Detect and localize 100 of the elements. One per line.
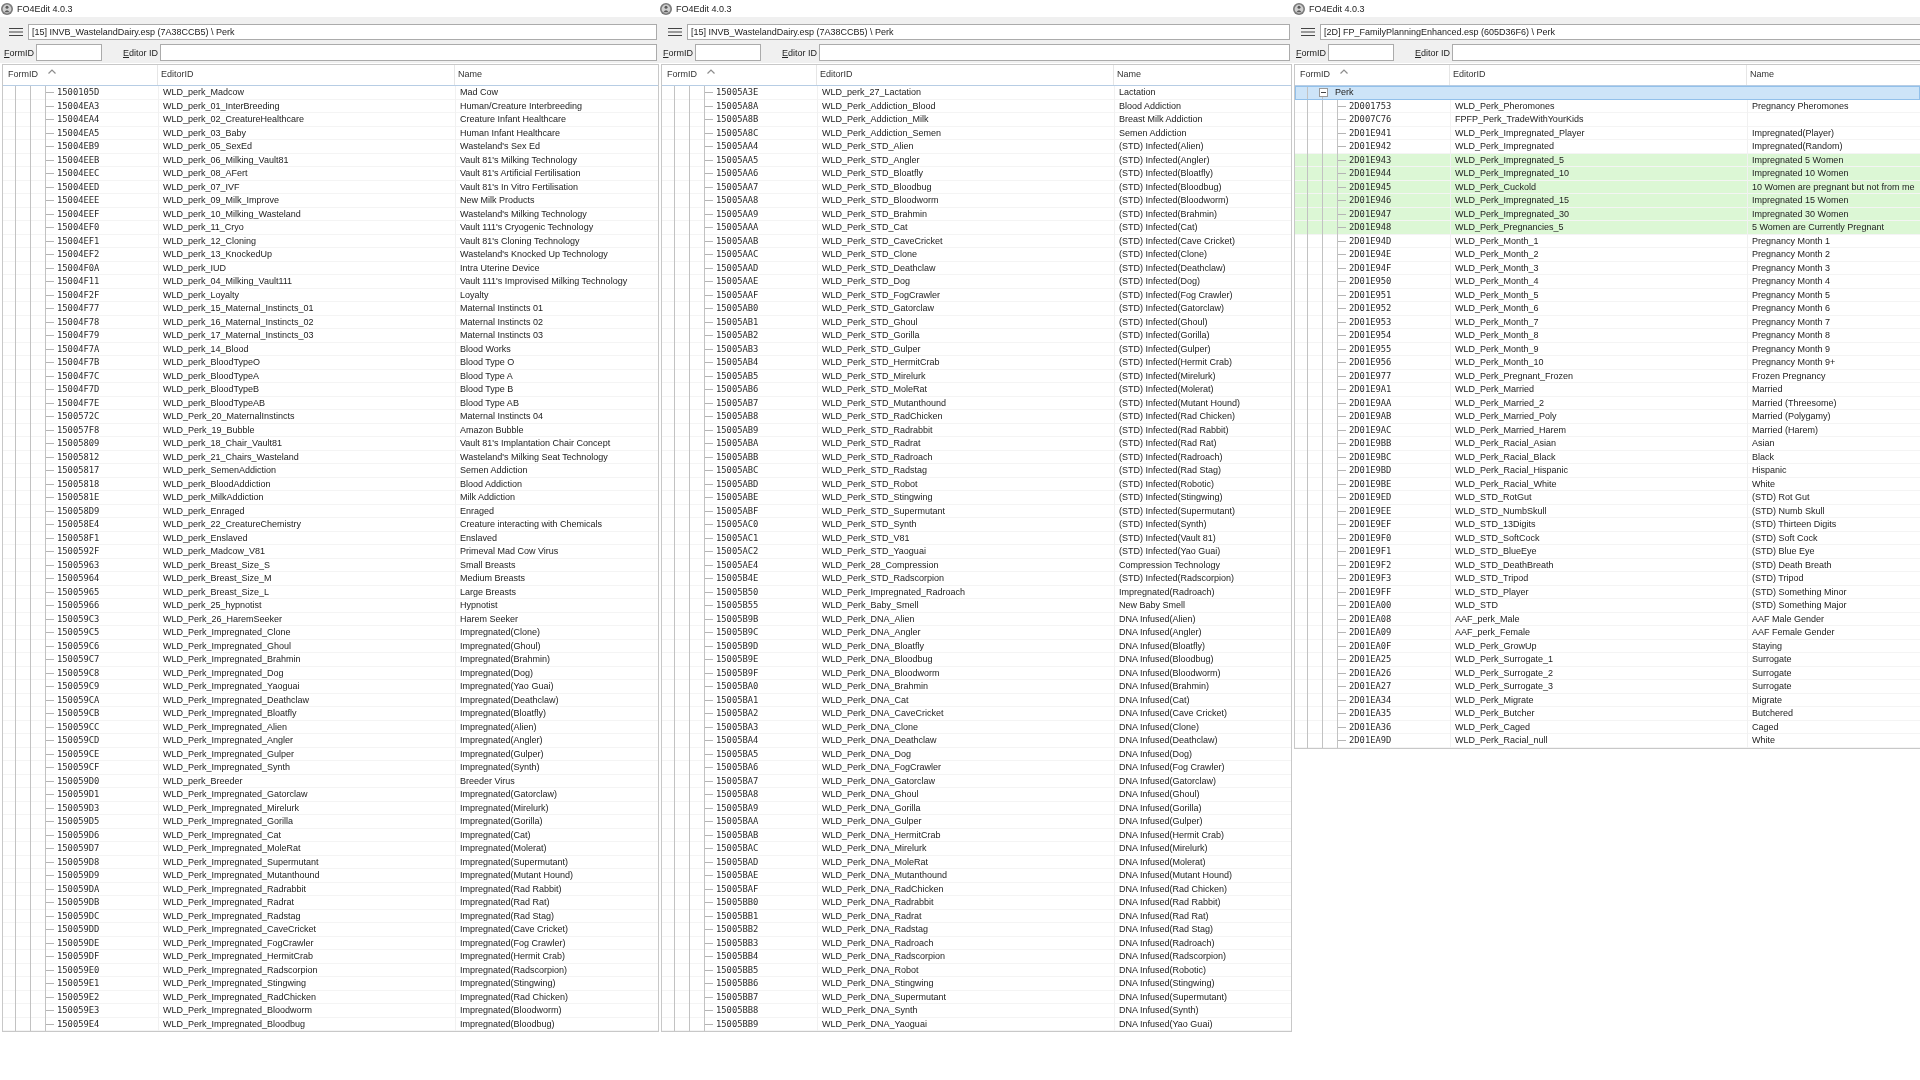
tree-row[interactable]: 2D01E9A1 WLD_Perk_Married Married bbox=[1295, 383, 1920, 397]
tree-row[interactable]: 15005AB0 WLD_Perk_STD_Gatorclaw (STD) Infected(Gatorclaw) bbox=[662, 302, 1291, 316]
tree-row[interactable]: 1500572C WLD_Perk_20_MaternalInstincts Maternal Instincts 04 bbox=[3, 410, 658, 424]
tree-row[interactable]: 2D01E9EF WLD_STD_13Digits (STD) Thirteen Digits bbox=[1295, 518, 1920, 532]
column-header[interactable]: EditorID bbox=[158, 65, 455, 85]
tree-row[interactable]: 15005BA2 WLD_Perk_DNA_CaveCricket DNA Infused(Cave Cricket) bbox=[662, 707, 1291, 721]
tree-row[interactable]: 15004F77 WLD_perk_15_Maternal_Instincts_01 Maternal Instincts 01 bbox=[3, 302, 658, 316]
column-header[interactable]: FormID bbox=[3, 65, 158, 85]
tree-row[interactable]: 15005ABA WLD_Perk_STD_Radrat (STD) Infected(Rad Rat) bbox=[662, 437, 1291, 451]
tree-row[interactable]: 15005AC0 WLD_Perk_STD_Synth (STD) Infected(Synth) bbox=[662, 518, 1291, 532]
tree-row[interactable]: 15005B9C WLD_Perk_DNA_Angler DNA Infused(Angler) bbox=[662, 626, 1291, 640]
tree-row[interactable]: 2D01EA00 WLD_STD (STD) Something Major bbox=[1295, 599, 1920, 613]
tree-row[interactable]: 150059D1 WLD_Perk_Impregnated_Gatorclaw Impregnated(Gatorclaw) bbox=[3, 788, 658, 802]
tree-row[interactable]: 15004EA4 WLD_perk_02_CreatureHealthcare Creature Infant Healthcare bbox=[3, 113, 658, 127]
tree-row[interactable]: 15005AA8 WLD_Perk_STD_Bloodworm (STD) Infected(Bloodworm) bbox=[662, 194, 1291, 208]
tree-row[interactable]: 150059D9 WLD_Perk_Impregnated_Mutanthound Impregnated(Mutant Hound) bbox=[3, 869, 658, 883]
tree-row[interactable]: 15004EEC WLD_perk_08_AFert Vault 81's Artificial Fertilisation bbox=[3, 167, 658, 181]
tree-row[interactable]: 15005B4E WLD_Perk_STD_Radscorpion (STD) Infected(Radscorpion) bbox=[662, 572, 1291, 586]
tree-row[interactable]: 15005BA6 WLD_Perk_DNA_FogCrawler DNA Infused(Fog Crawler) bbox=[662, 761, 1291, 775]
tree-row[interactable]: 15005AB8 WLD_Perk_STD_RadChicken (STD) Infected(Rad Chicken) bbox=[662, 410, 1291, 424]
tree-row[interactable]: 150059C9 WLD_Perk_Impregnated_Yaoguai Impregnated(Yao Guai) bbox=[3, 680, 658, 694]
tree-row[interactable]: 2D01E946 WLD_Perk_Impregnated_15 Impregnated 15 Women bbox=[1295, 194, 1920, 208]
tree-row[interactable]: 2D01E9F3 WLD_STD_Tripod (STD) Tripod bbox=[1295, 572, 1920, 586]
tree-row[interactable]: 15005BAA WLD_Perk_DNA_Gulper DNA Infused(Gulper) bbox=[662, 815, 1291, 829]
tree-row[interactable]: 15004F11 WLD_perk_04_Milking_Vault111 Vault 111's Improvised Milking Technology bbox=[3, 275, 658, 289]
tree-row[interactable]: 15004F7D WLD_perk_BloodTypeB Blood Type B bbox=[3, 383, 658, 397]
filter-field[interactable] bbox=[36, 44, 102, 61]
tree-row[interactable]: 15005AB2 WLD_Perk_STD_Gorilla (STD) Infected(Gorilla) bbox=[662, 329, 1291, 343]
tree-row[interactable]: 2D01E944 WLD_Perk_Impregnated_10 Impregnated 10 Women bbox=[1295, 167, 1920, 181]
tree-row[interactable]: 150059E3 WLD_Perk_Impregnated_Bloodworm Impregnated(Bloodworm) bbox=[3, 1004, 658, 1018]
tree-row[interactable]: 15005B55 WLD_Perk_Baby_Smell New Baby Smell bbox=[662, 599, 1291, 613]
tree-row[interactable]: 2D01EA27 WLD_Perk_Surrogate_3 Surrogate bbox=[1295, 680, 1920, 694]
tree-row[interactable]: 15005966 WLD_perk_25_hypnotist Hypnotist bbox=[3, 599, 658, 613]
tree-row[interactable]: 150059CF WLD_Perk_Impregnated_Synth Impregnated(Synth) bbox=[3, 761, 658, 775]
tree-row[interactable]: 15005BB0 WLD_Perk_DNA_Radrabbit DNA Infused(Rad Rabbit) bbox=[662, 896, 1291, 910]
tree-row[interactable]: 2D007C76 FPFP_Perk_TradeWithYourKids bbox=[1295, 113, 1920, 127]
tree-row[interactable]: 150059C5 WLD_Perk_Impregnated_Clone Impregnated(Clone) bbox=[3, 626, 658, 640]
path-field[interactable]: [2D] FP_FamilyPlanningEnhanced.esp (605D36F6) \ Perk bbox=[1320, 24, 1920, 40]
tree-row[interactable]: 15005AC2 WLD_Perk_STD_Yaoguai (STD) Infected(Yao Guai) bbox=[662, 545, 1291, 559]
tree-row[interactable]: 15005AA4 WLD_Perk_STD_Alien (STD) Infected(Alien) bbox=[662, 140, 1291, 154]
tree-row[interactable]: 15005817 WLD_perk_SemenAddiction Semen Addiction bbox=[3, 464, 658, 478]
tree-row[interactable]: 15005BB8 WLD_Perk_DNA_Synth DNA Infused(Synth) bbox=[662, 1004, 1291, 1018]
tree-row[interactable]: 15004EF2 WLD_perk_13_KnockedUp Wasteland's Knocked Up Technology bbox=[3, 248, 658, 262]
column-header[interactable]: EditorID bbox=[1450, 65, 1747, 85]
tree-row[interactable]: 15005AB4 WLD_Perk_STD_HermitCrab (STD) Infected(Hermit Crab) bbox=[662, 356, 1291, 370]
column-header[interactable]: Name bbox=[1747, 65, 1920, 85]
column-header[interactable]: EditorID bbox=[817, 65, 1114, 85]
tree-row[interactable]: 150059E1 WLD_Perk_Impregnated_Stingwing Impregnated(Stingwing) bbox=[3, 977, 658, 991]
tree-row[interactable]: 2D01E952 WLD_Perk_Month_6 Pregnancy Month 6 bbox=[1295, 302, 1920, 316]
tree-row[interactable]: 15005B9E WLD_Perk_DNA_Bloodbug DNA Infused(Bloodbug) bbox=[662, 653, 1291, 667]
tree-row[interactable]: 150059D7 WLD_Perk_Impregnated_MoleRat Impregnated(Molerat) bbox=[3, 842, 658, 856]
tree-row[interactable]: 15004EF0 WLD_perk_11_Cryo Vault 111's Cryogenic Technology bbox=[3, 221, 658, 235]
tree-node-row[interactable]: Perk bbox=[1295, 86, 1920, 100]
tree-row[interactable]: 15005BA8 WLD_Perk_DNA_Ghoul DNA Infused(Ghoul) bbox=[662, 788, 1291, 802]
tree-row[interactable]: 2D01E9F1 WLD_STD_BlueEye (STD) Blue Eye bbox=[1295, 545, 1920, 559]
tree-row[interactable]: 15005964 WLD_perk_Breast_Size_M Medium Breasts bbox=[3, 572, 658, 586]
tree-row[interactable]: 150059DB WLD_Perk_Impregnated_Radrat Impregnated(Rad Rat) bbox=[3, 896, 658, 910]
menu-icon[interactable] bbox=[1301, 28, 1315, 36]
tree-row[interactable]: 15005BAC WLD_Perk_DNA_Mirelurk DNA Infused(Mirelurk) bbox=[662, 842, 1291, 856]
filter-field[interactable] bbox=[1328, 44, 1394, 61]
tree-row[interactable]: 2D01E956 WLD_Perk_Month_10 Pregnancy Month 9+ bbox=[1295, 356, 1920, 370]
tree-row[interactable]: 2D01E9AB WLD_Perk_Married_Poly Married (Polygamy) bbox=[1295, 410, 1920, 424]
tree-row[interactable]: 15005AA6 WLD_Perk_STD_Bloatfly (STD) Infected(Bloatfly) bbox=[662, 167, 1291, 181]
tree-row[interactable]: 1500581E WLD_perk_MilkAddiction Milk Addiction bbox=[3, 491, 658, 505]
tree-row[interactable]: 15005A8B WLD_Perk_Addiction_Milk Breast Milk Addiction bbox=[662, 113, 1291, 127]
tree-row[interactable]: 2D01EA09 AAF_perk_Female AAF Female Gender bbox=[1295, 626, 1920, 640]
tree-row[interactable]: 2D01E94E WLD_Perk_Month_2 Pregnancy Month 2 bbox=[1295, 248, 1920, 262]
tree-row[interactable]: 2D01E954 WLD_Perk_Month_8 Pregnancy Month 8 bbox=[1295, 329, 1920, 343]
tree-row[interactable]: 15005A3E WLD_perk_27_Lactation Lactation bbox=[662, 86, 1291, 100]
tree-row[interactable]: 2D01E9BB WLD_Perk_Racial_Asian Asian bbox=[1295, 437, 1920, 451]
tree-row[interactable]: 150059CD WLD_Perk_Impregnated_Angler Impregnated(Angler) bbox=[3, 734, 658, 748]
filter-field[interactable] bbox=[1452, 44, 1920, 61]
column-header[interactable]: FormID bbox=[1295, 65, 1450, 85]
tree-row[interactable]: 15005AAA WLD_Perk_STD_Cat (STD) Infected(Cat) bbox=[662, 221, 1291, 235]
filter-field[interactable] bbox=[160, 44, 657, 61]
tree-row[interactable]: 15005ABE WLD_Perk_STD_Stingwing (STD) Infected(Stingwing) bbox=[662, 491, 1291, 505]
menu-icon[interactable] bbox=[668, 28, 682, 36]
tree-row[interactable]: 15005BAE WLD_Perk_DNA_Mutanthound DNA Infused(Mutant Hound) bbox=[662, 869, 1291, 883]
tree-row[interactable]: 15004F79 WLD_perk_17_Maternal_Instincts_03 Maternal Instincts 03 bbox=[3, 329, 658, 343]
tree-row[interactable]: 2D01E942 WLD_Perk_Impregnated Impregnated(Random) bbox=[1295, 140, 1920, 154]
minus-box-icon[interactable] bbox=[1319, 88, 1328, 98]
tree-row[interactable]: 15005AB6 WLD_Perk_STD_MoleRat (STD) Infected(Molerat) bbox=[662, 383, 1291, 397]
tree-row[interactable]: 15005AAE WLD_Perk_STD_Dog (STD) Infected(Dog) bbox=[662, 275, 1291, 289]
tree-row[interactable]: 15005BB6 WLD_Perk_DNA_Stingwing DNA Infused(Stingwing) bbox=[662, 977, 1291, 991]
tree-row[interactable]: 2D01E948 WLD_Perk_Pregnancies_5 5 Women are Currently Pregnant bbox=[1295, 221, 1920, 235]
tree-row[interactable]: 2D01EA25 WLD_Perk_Surrogate_1 Surrogate bbox=[1295, 653, 1920, 667]
tree-row[interactable]: 150059D5 WLD_Perk_Impregnated_Gorilla Impregnated(Gorilla) bbox=[3, 815, 658, 829]
tree-row[interactable]: 15004EEE WLD_perk_09_Milk_Improve New Milk Products bbox=[3, 194, 658, 208]
tree-row[interactable]: 150058E4 WLD_perk_22_CreatureChemistry Creature interacting with Chemicals bbox=[3, 518, 658, 532]
column-header[interactable]: FormID bbox=[662, 65, 817, 85]
filter-field[interactable] bbox=[695, 44, 761, 61]
tree-row[interactable]: 1500592F WLD_perk_Madcow_V81 Primeval Mad Cow Virus bbox=[3, 545, 658, 559]
tree-row[interactable]: 15005BA4 WLD_Perk_DNA_Deathclaw DNA Infused(Deathclaw) bbox=[662, 734, 1291, 748]
path-field[interactable]: [15] INVB_WastelandDairy.esp (7A38CCB5) \ Perk bbox=[687, 24, 1290, 40]
column-header[interactable]: Name bbox=[1114, 65, 1291, 85]
tree-row[interactable]: 1500105D WLD_perk_Madcow Mad Cow bbox=[3, 86, 658, 100]
tree-row[interactable]: 15005809 WLD_perk_18_Chair_Vault81 Vault 81's Implantation Chair Concept bbox=[3, 437, 658, 451]
tree-row[interactable]: 15005AAC WLD_Perk_STD_Clone (STD) Infected(Clone) bbox=[662, 248, 1291, 262]
tree-row[interactable]: 150059C7 WLD_Perk_Impregnated_Brahmin Impregnated(Brahmin) bbox=[3, 653, 658, 667]
tree-row[interactable]: 2D01E9ED WLD_STD_RotGut (STD) Rot Gut bbox=[1295, 491, 1920, 505]
